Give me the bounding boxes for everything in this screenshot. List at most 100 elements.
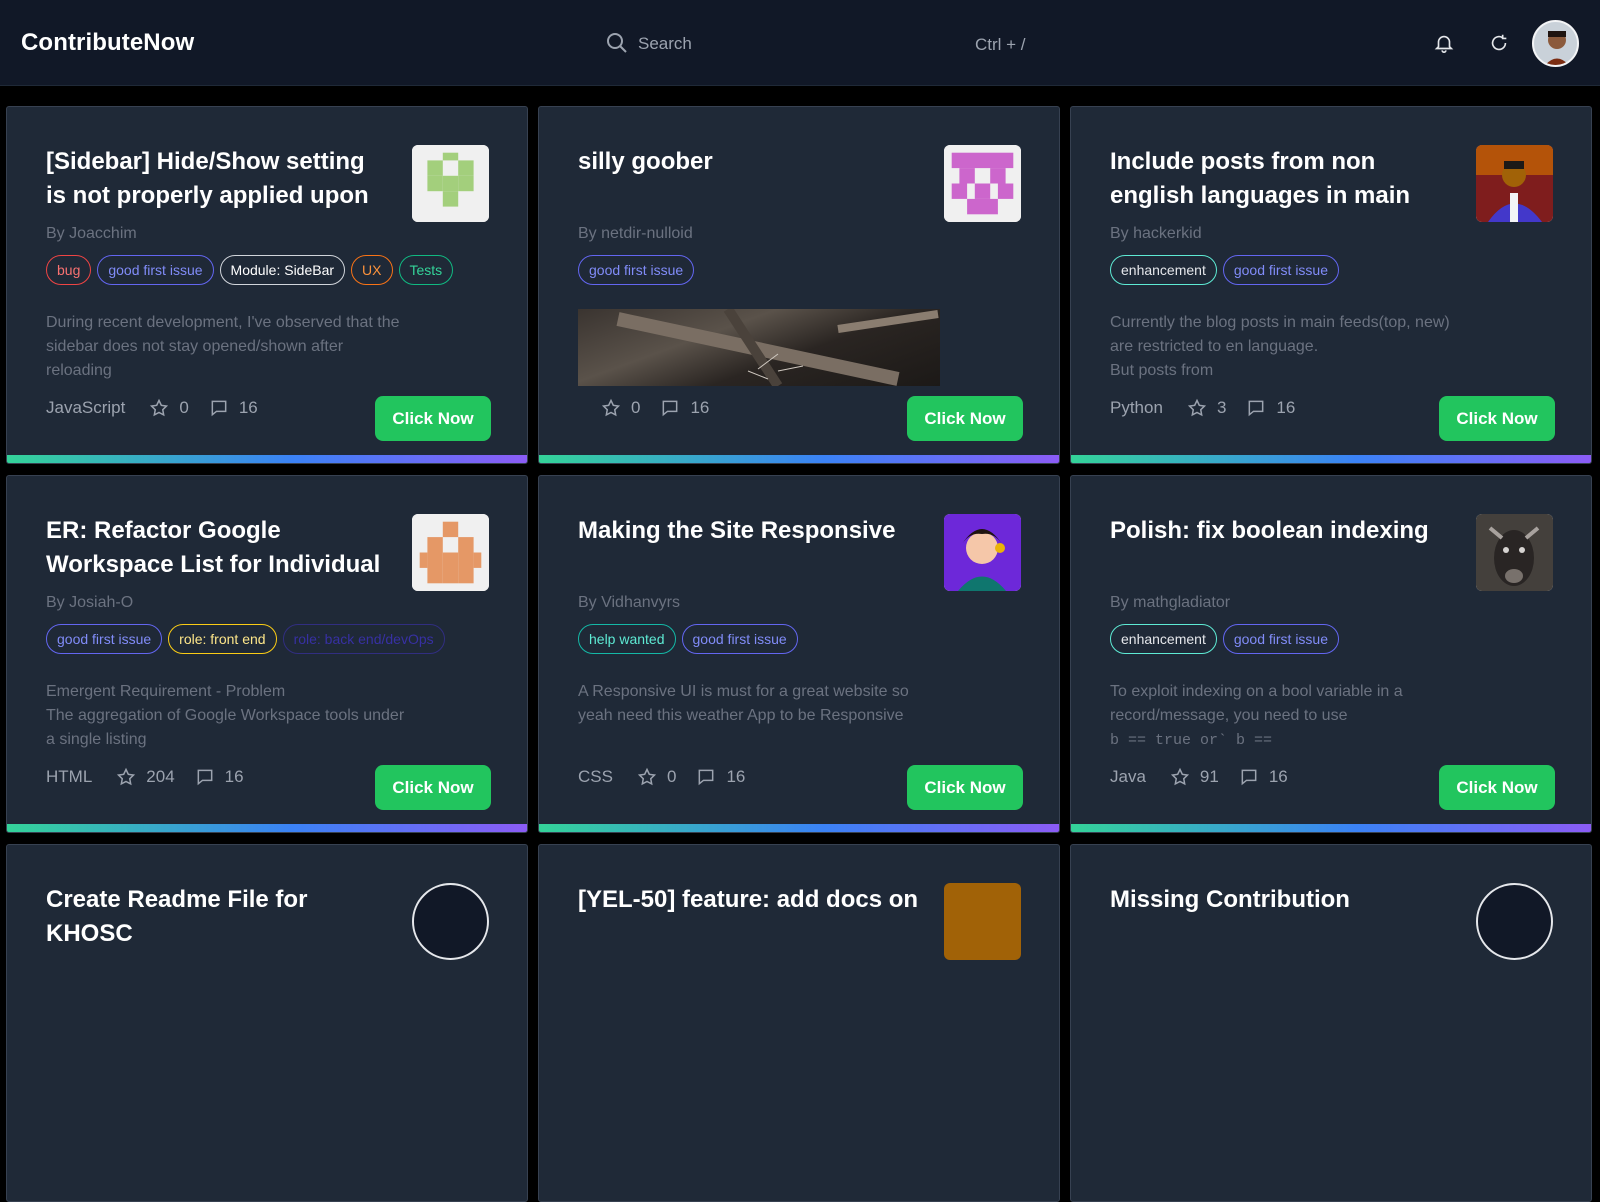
issue-title[interactable]: [Sidebar] Hide/Show setting is not prope… — [46, 145, 391, 213]
issue-title[interactable]: silly goober — [578, 145, 923, 179]
card-accent-bar — [7, 455, 527, 463]
issue-title[interactable]: Create Readme File for KHOSC — [46, 883, 391, 951]
label-badge[interactable]: bug — [46, 255, 92, 285]
click-now-button[interactable]: Click Now — [1439, 396, 1555, 441]
issue-description-text: To exploit indexing on a bool variable i… — [1110, 683, 1403, 724]
comment-count: 16 — [224, 767, 244, 786]
label-list: bug good first issue Module: SideBar UX … — [46, 255, 466, 285]
comment-icon — [1248, 400, 1264, 417]
repo-avatar — [412, 145, 489, 222]
click-now-button[interactable]: Click Now — [907, 396, 1023, 441]
issue-meta: 0 16 — [601, 395, 729, 421]
label-badge[interactable]: good first issue — [46, 624, 163, 654]
issue-description: A Responsive UI is must for a great webs… — [578, 683, 909, 724]
repo-avatar — [1476, 883, 1553, 960]
issue-title[interactable]: ER: Refactor Google Workspace List for I… — [46, 514, 391, 582]
language-label: JavaScript — [46, 398, 126, 417]
comment-icon — [663, 400, 678, 417]
click-now-button[interactable]: Click Now — [907, 765, 1023, 810]
label-list: good first issue — [578, 255, 998, 285]
comment-count: 16 — [726, 767, 746, 786]
label-badge[interactable]: role: back end/devOps — [282, 624, 445, 654]
issue-author: By Vidhanvyrs — [578, 594, 680, 611]
label-badge[interactable]: UX — [351, 255, 393, 285]
star-icon — [637, 767, 657, 786]
star-count: 0 — [631, 398, 641, 417]
star-count: 0 — [666, 767, 677, 786]
issue-card: Create Readme File for KHOSC — [6, 844, 528, 1202]
issue-card: silly goober By netdir-nulloid good firs… — [538, 106, 1060, 464]
issue-card: [Sidebar] Hide/Show setting is not prope… — [6, 106, 528, 464]
issue-card: ER: Refactor Google Workspace List for I… — [6, 475, 528, 833]
card-accent-bar — [539, 824, 1059, 832]
issue-title[interactable]: Missing Contribution — [1110, 883, 1455, 917]
issue-description: Currently the blog posts in main feeds(t… — [1110, 314, 1450, 379]
comment-icon — [211, 400, 227, 417]
label-badge[interactable]: role: front end — [168, 624, 277, 654]
issue-card: Polish: fix boolean indexing By mathglad… — [1070, 475, 1592, 833]
issue-meta: Python 3 16 — [1110, 395, 1315, 421]
label-badge[interactable]: Tests — [398, 255, 454, 285]
star-count: 204 — [146, 767, 175, 786]
issue-author: By hackerkid — [1110, 225, 1202, 242]
language-label: Java — [1110, 767, 1146, 786]
star-icon — [601, 398, 621, 417]
search-bar[interactable]: Ctrl + / — [600, 27, 1040, 61]
label-list: enhancement good first issue — [1110, 624, 1530, 654]
comment-icon — [699, 769, 714, 786]
label-list: good first issue role: front end role: b… — [46, 624, 466, 654]
label-badge[interactable]: Module: SideBar — [219, 255, 346, 285]
issue-title[interactable]: Include posts from non english languages… — [1110, 145, 1455, 213]
issue-card: Include posts from non english languages… — [1070, 106, 1592, 464]
language-label: Python — [1110, 398, 1163, 417]
search-input[interactable] — [638, 31, 938, 57]
label-badge[interactable]: enhancement — [1110, 255, 1217, 285]
repo-avatar — [412, 883, 489, 960]
label-list: help wanted good first issue — [578, 624, 998, 654]
click-now-button[interactable]: Click Now — [1439, 765, 1555, 810]
refresh-icon[interactable] — [1488, 32, 1510, 54]
comment-count: 16 — [238, 398, 258, 417]
repo-avatar — [412, 514, 489, 591]
issue-author: By Josiah-O — [46, 594, 134, 611]
top-navbar: ContributeNow Ctrl + / — [0, 0, 1600, 86]
click-now-button[interactable]: Click Now — [375, 396, 491, 441]
issue-meta: HTML 204 16 — [46, 764, 264, 790]
label-badge[interactable]: good first issue — [578, 255, 695, 285]
card-accent-bar — [1071, 824, 1591, 832]
card-accent-bar — [1071, 455, 1591, 463]
user-avatar[interactable] — [1532, 20, 1579, 67]
label-badge[interactable]: good first issue — [681, 624, 798, 654]
label-badge[interactable]: help wanted — [578, 624, 676, 654]
issue-card: Making the Site Responsive By Vidhanvyrs… — [538, 475, 1060, 833]
star-icon — [1187, 398, 1207, 417]
comment-count: 16 — [1276, 398, 1296, 417]
issue-card: [YEL-50] feature: add docs on — [538, 844, 1060, 1202]
issue-description: To exploit indexing on a bool variable i… — [1110, 680, 1470, 753]
label-badge[interactable]: good first issue — [97, 255, 214, 285]
label-badge[interactable]: good first issue — [1222, 255, 1340, 285]
issue-author: By netdir-nulloid — [578, 225, 693, 242]
issue-description: During recent development, I've observed… — [46, 314, 400, 379]
brand-logo[interactable]: ContributeNow — [21, 29, 194, 57]
language-label: HTML — [46, 767, 93, 786]
repo-avatar — [944, 145, 1021, 222]
search-shortcut-hint: Ctrl + / — [975, 35, 1026, 54]
issue-title[interactable]: Making the Site Responsive — [578, 514, 923, 548]
language-label: CSS — [578, 767, 613, 786]
issue-title[interactable]: [YEL-50] feature: add docs on — [578, 883, 923, 917]
repo-avatar — [1476, 514, 1553, 591]
bell-icon[interactable] — [1433, 32, 1455, 54]
search-icon — [607, 33, 627, 53]
click-now-button[interactable]: Click Now — [375, 765, 491, 810]
issue-author: By mathgladiator — [1110, 594, 1231, 611]
star-count: 0 — [179, 398, 189, 417]
label-badge[interactable]: good first issue — [1222, 624, 1340, 654]
comment-count: 16 — [1268, 767, 1288, 786]
issue-title[interactable]: Polish: fix boolean indexing — [1110, 514, 1455, 548]
label-badge[interactable]: enhancement — [1110, 624, 1217, 654]
issue-meta: CSS 0 16 — [578, 764, 765, 790]
issue-image — [578, 309, 940, 386]
issue-card: Missing Contribution — [1070, 844, 1592, 1202]
comment-icon — [1241, 769, 1257, 786]
